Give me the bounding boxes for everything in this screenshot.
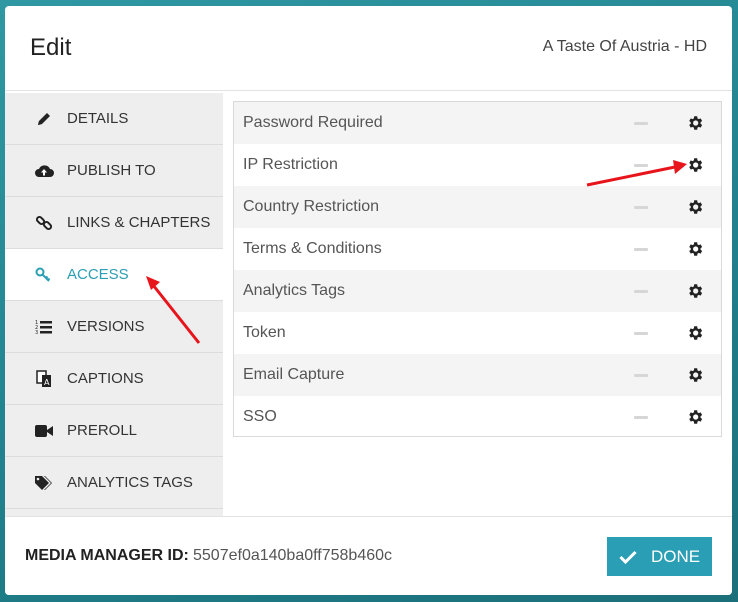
gear-icon[interactable] xyxy=(686,282,704,300)
access-row-label: Password Required xyxy=(243,114,383,131)
sidebar-item-access[interactable]: ACCESS xyxy=(5,249,223,301)
access-row-label: Country Restriction xyxy=(243,198,380,215)
sidebar-item-label: PUBLISH TO xyxy=(67,162,156,179)
pencil-icon xyxy=(33,108,55,130)
access-row-label: Analytics Tags xyxy=(243,282,345,299)
modal-footer: MEDIA MANAGER ID: 5507ef0a140ba0ff758b46… xyxy=(5,516,732,595)
media-manager-id-label: MEDIA MANAGER ID: xyxy=(25,547,189,564)
sidebar: DETAILS PUBLISH TO LINKS & CHAPTERS ACCE… xyxy=(5,93,223,516)
disabled-status-dash xyxy=(634,206,648,209)
video-camera-icon xyxy=(33,420,55,442)
done-button-label: DONE xyxy=(650,546,701,566)
access-row-label: SSO xyxy=(243,408,277,425)
sidebar-item-publish-to[interactable]: PUBLISH TO xyxy=(5,145,223,197)
sidebar-item-preroll[interactable]: PREROLL xyxy=(5,405,223,457)
access-row-label: Email Capture xyxy=(243,366,345,383)
access-row-label: Terms & Conditions xyxy=(243,240,382,257)
gear-icon[interactable] xyxy=(686,240,704,258)
sidebar-item-label: PREROLL xyxy=(67,422,138,439)
modal-header: Edit A Taste Of Austria - HD xyxy=(5,6,732,91)
sidebar-item-label: DETAILS xyxy=(67,110,129,127)
sidebar-item-captions[interactable]: A CAPTIONS xyxy=(5,353,223,405)
sidebar-item-label: ANALYTICS TAGS xyxy=(67,474,193,491)
gear-icon[interactable] xyxy=(686,324,704,342)
access-row-country-restriction: Country Restriction xyxy=(234,186,721,228)
translate-icon: A xyxy=(33,368,55,390)
access-row-label: IP Restriction xyxy=(243,156,338,173)
access-row-terms-conditions: Terms & Conditions xyxy=(234,228,721,270)
media-manager-id-value: 5507ef0a140ba0ff758b460c xyxy=(193,547,393,564)
cloud-upload-icon xyxy=(33,160,55,182)
access-row-sso: SSO xyxy=(234,396,721,438)
numbered-list-icon: 123 xyxy=(33,316,55,338)
access-row-token: Token xyxy=(234,312,721,354)
gear-icon[interactable] xyxy=(686,114,704,132)
sidebar-item-links-chapters[interactable]: LINKS & CHAPTERS xyxy=(5,197,223,249)
sidebar-item-details[interactable]: DETAILS xyxy=(5,93,223,145)
sidebar-item-label: LINKS & CHAPTERS xyxy=(67,214,211,231)
gear-icon[interactable] xyxy=(686,408,704,426)
check-icon xyxy=(619,550,637,564)
gear-icon[interactable] xyxy=(686,366,704,384)
sidebar-item-analytics-tags[interactable]: ANALYTICS TAGS xyxy=(5,457,223,509)
access-row-email-capture: Email Capture xyxy=(234,354,721,396)
disabled-status-dash xyxy=(634,248,648,251)
disabled-status-dash xyxy=(634,332,648,335)
svg-text:A: A xyxy=(44,378,50,387)
sidebar-item-versions[interactable]: 123 VERSIONS xyxy=(5,301,223,353)
disabled-status-dash xyxy=(634,416,648,419)
access-row-ip-restriction: IP Restriction xyxy=(234,144,721,186)
sidebar-item-label: VERSIONS xyxy=(67,318,145,335)
gear-icon[interactable] xyxy=(686,198,704,216)
modal-title: Edit xyxy=(30,34,72,61)
video-title: A Taste Of Austria - HD xyxy=(542,38,707,55)
disabled-status-dash xyxy=(634,374,648,377)
access-row-password-required: Password Required xyxy=(234,102,721,144)
access-settings-list: Password Required IP Restriction Country… xyxy=(233,101,722,437)
disabled-status-dash xyxy=(634,290,648,293)
disabled-status-dash xyxy=(634,164,648,167)
sidebar-item-label: CAPTIONS xyxy=(67,370,144,387)
disabled-status-dash xyxy=(634,122,648,125)
svg-text:3: 3 xyxy=(35,330,38,335)
access-row-label: Token xyxy=(243,324,286,341)
tags-icon xyxy=(33,472,55,494)
link-icon xyxy=(33,212,55,234)
key-icon xyxy=(33,264,55,286)
access-row-analytics-tags: Analytics Tags xyxy=(234,270,721,312)
edit-modal: Edit A Taste Of Austria - HD DETAILS PUB… xyxy=(5,6,732,595)
done-button[interactable]: DONE xyxy=(607,537,712,576)
sidebar-item-label: ACCESS xyxy=(67,266,129,283)
gear-icon[interactable] xyxy=(686,156,704,174)
